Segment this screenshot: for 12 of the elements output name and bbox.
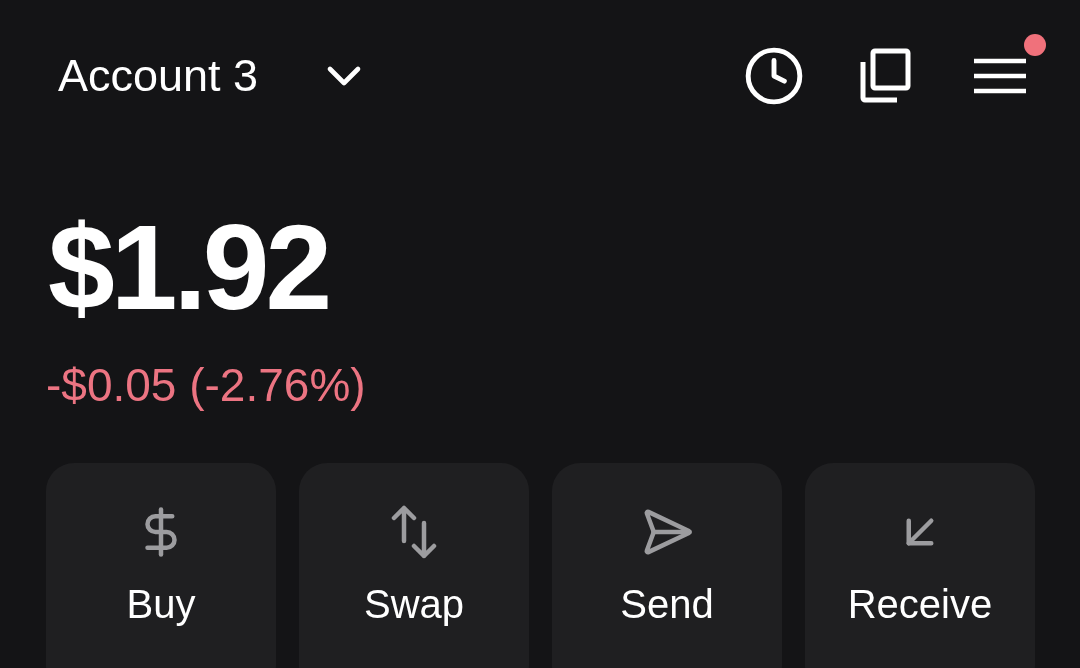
account-selector[interactable]: Account 3 [58,48,373,104]
action-button[interactable]: Receive [805,463,1035,668]
action-button[interactable]: Send [552,463,782,668]
swap-arrows-icon [391,505,437,559]
action-button[interactable]: Swap [299,463,529,668]
copy-icon [859,48,911,104]
copy-button[interactable] [859,48,911,104]
history-button[interactable] [743,45,805,107]
clock-icon [743,45,805,107]
menu-icon [974,58,1026,94]
balance-amount: $1.92 [48,207,329,327]
action-button[interactable]: Buy [46,463,276,668]
